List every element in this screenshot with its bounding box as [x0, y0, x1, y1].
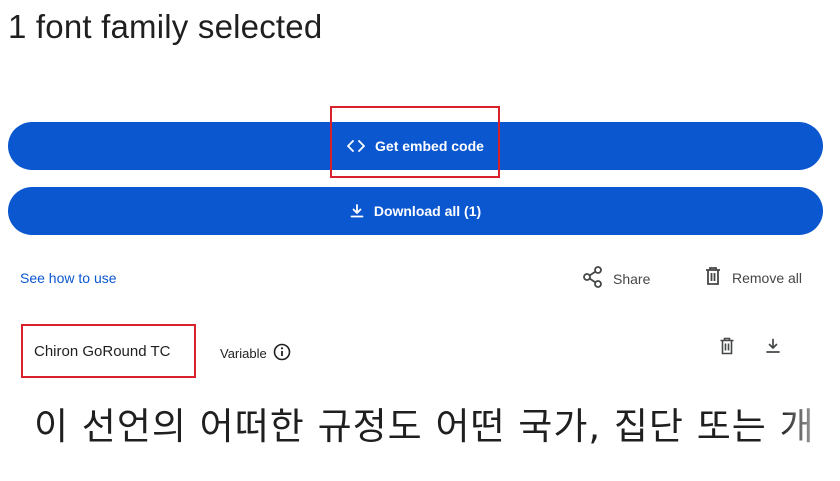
get-embed-code-button[interactable]: Get embed code [8, 122, 823, 170]
download-icon [350, 204, 364, 218]
variable-label: Variable [220, 346, 267, 361]
code-icon [347, 139, 365, 153]
remove-all-button[interactable]: Remove all [704, 266, 802, 289]
get-embed-code-label: Get embed code [375, 138, 484, 154]
share-button[interactable]: Share [583, 266, 650, 291]
share-label: Share [613, 270, 651, 287]
info-icon[interactable] [273, 343, 291, 364]
see-how-to-use-link[interactable]: See how to use [20, 270, 117, 286]
font-family-name: Chiron GoRound TC [34, 343, 171, 360]
download-all-button[interactable]: Download all (1) [8, 187, 823, 235]
trash-icon [704, 266, 722, 289]
variable-badge: Variable [220, 343, 291, 364]
trash-icon [719, 337, 735, 360]
download-icon [765, 338, 781, 359]
download-font-button[interactable] [762, 337, 784, 359]
share-icon [583, 266, 603, 291]
page-title: 1 font family selected [8, 8, 323, 45]
remove-all-label: Remove all [732, 269, 803, 286]
remove-font-button[interactable] [716, 337, 738, 359]
download-all-label: Download all (1) [373, 203, 482, 219]
font-preview-text: 이 선언의 어떠한 규정도 어떤 국가, 집단 또는 개 [34, 405, 815, 448]
